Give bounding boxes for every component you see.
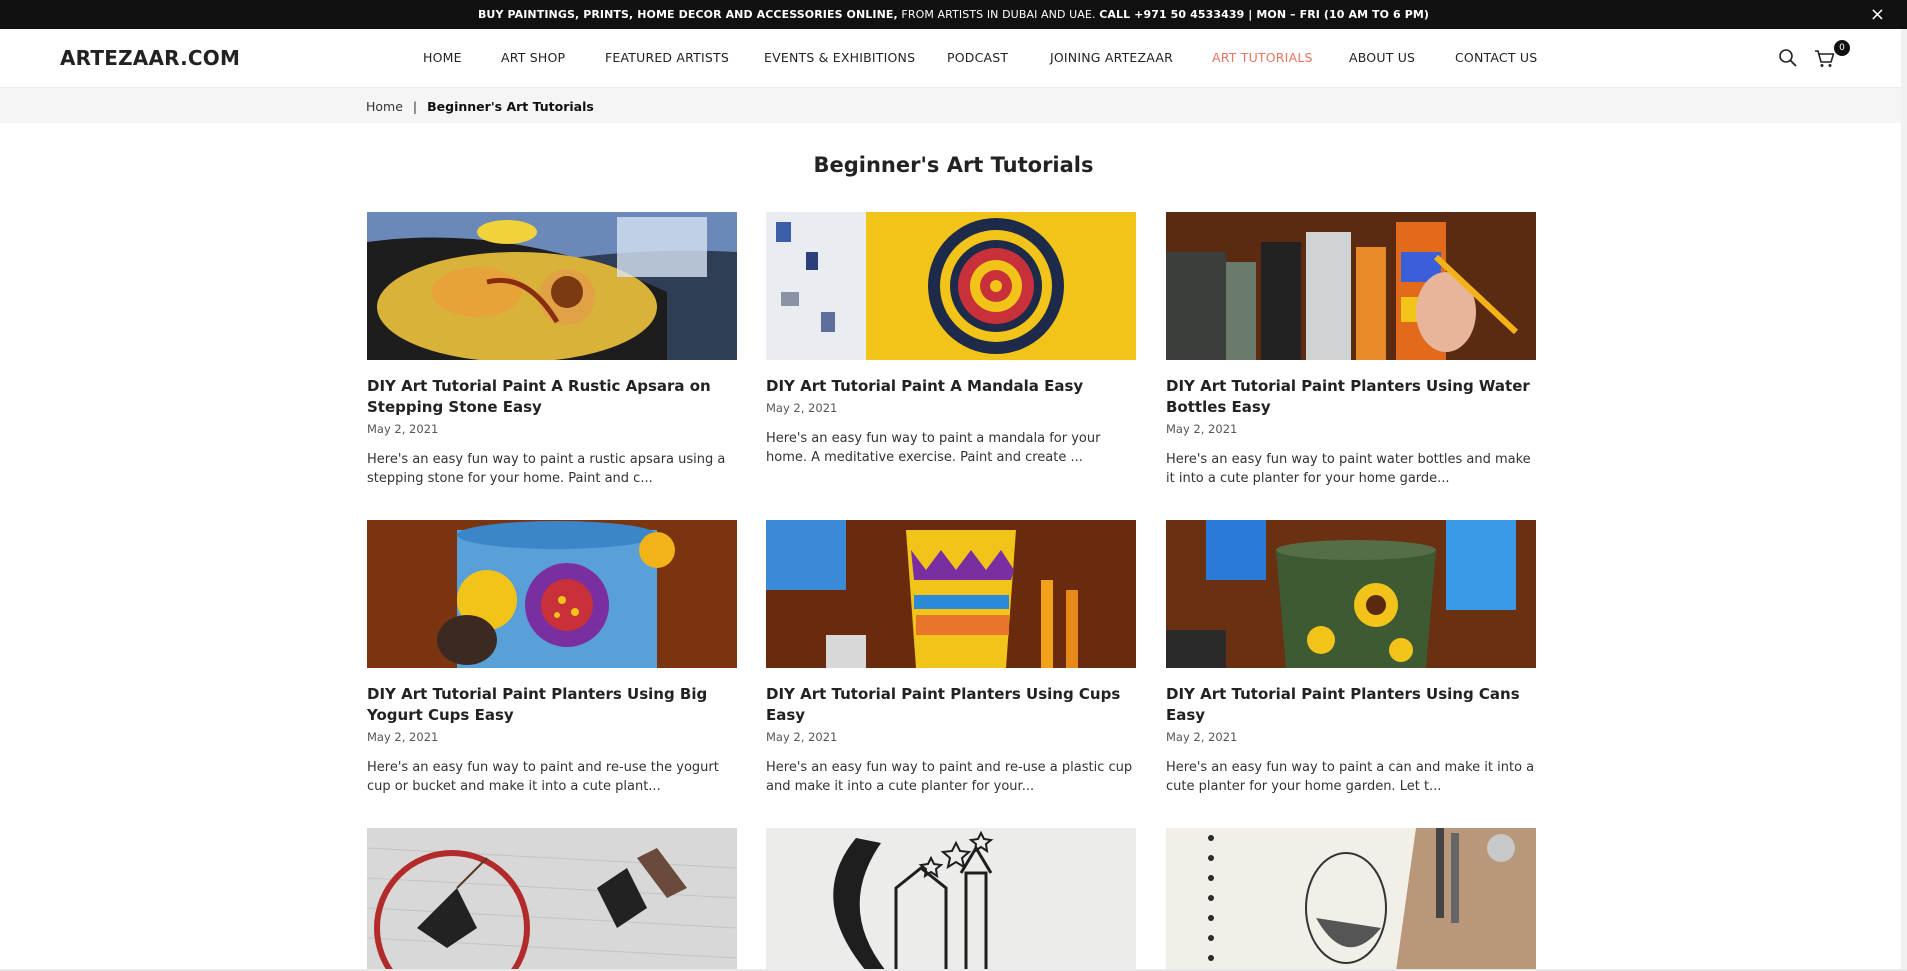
article-thumbnail[interactable] bbox=[367, 520, 737, 668]
article-date: May 2, 2021 bbox=[367, 730, 439, 744]
article-thumbnail[interactable] bbox=[367, 212, 737, 360]
article-title[interactable]: DIY Art Tutorial Paint A Rustic Apsara o… bbox=[367, 376, 737, 418]
breadcrumb-current: Beginner's Art Tutorials bbox=[427, 99, 594, 114]
article-thumbnail[interactable] bbox=[766, 212, 1136, 360]
article-thumbnail[interactable] bbox=[766, 520, 1136, 668]
breadcrumb-separator: | bbox=[412, 99, 418, 114]
nav-joining-artezaar[interactable]: JOINING ARTEZAAR bbox=[1050, 50, 1173, 65]
article-thumbnail[interactable] bbox=[1166, 212, 1536, 360]
breadcrumb-bar: Home | Beginner's Art Tutorials bbox=[0, 88, 1907, 123]
article-title[interactable]: DIY Art Tutorial Paint A Mandala Easy bbox=[766, 376, 1136, 397]
announcement-bold: BUY PAINTINGS, PRINTS, HOME DECOR AND AC… bbox=[477, 8, 898, 21]
nav-art-tutorials[interactable]: ART TUTORIALS bbox=[1212, 50, 1313, 65]
article-card: DIY Art Tutorial Paint Planters Using Bi… bbox=[367, 520, 737, 796]
article-card: DIY Art Tutorial Paint A Rustic Apsara o… bbox=[367, 212, 737, 488]
breadcrumb: Home | Beginner's Art Tutorials bbox=[366, 99, 594, 114]
nav-art-shop[interactable]: ART SHOP bbox=[501, 50, 565, 65]
article-title[interactable]: DIY Art Tutorial Paint Planters Using Wa… bbox=[1166, 376, 1536, 418]
search-icon[interactable] bbox=[1778, 48, 1798, 68]
nav-featured-artists[interactable]: FEATURED ARTISTS bbox=[605, 50, 729, 65]
article-thumbnail[interactable] bbox=[1166, 828, 1536, 971]
article-thumbnail[interactable] bbox=[766, 828, 1136, 971]
page-title: Beginner's Art Tutorials bbox=[813, 153, 1094, 177]
article-date: May 2, 2021 bbox=[367, 422, 439, 436]
close-icon[interactable]: × bbox=[1870, 0, 1885, 29]
page-scrollbar[interactable] bbox=[1901, 29, 1907, 971]
article-thumbnail[interactable] bbox=[367, 828, 737, 971]
article-excerpt: Here's an easy fun way to paint and re-u… bbox=[766, 760, 1133, 794]
article-card bbox=[1166, 828, 1536, 971]
article-title[interactable]: DIY Art Tutorial Paint Planters Using Cu… bbox=[766, 684, 1136, 726]
article-date: May 2, 2021 bbox=[766, 730, 838, 744]
article-excerpt: Here's an easy fun way to paint and re-u… bbox=[367, 760, 719, 794]
main-nav: HOME ART SHOP FEATURED ARTISTS EVENTS & … bbox=[0, 29, 1907, 87]
cart-icon[interactable] bbox=[1814, 48, 1835, 68]
announcement-text: FROM ARTISTS IN DUBAI AND UAE. bbox=[897, 8, 1100, 21]
article-date: May 2, 2021 bbox=[1166, 730, 1238, 744]
nav-home[interactable]: HOME bbox=[423, 50, 462, 65]
cart-count-badge: 0 bbox=[1834, 40, 1850, 56]
article-title[interactable]: DIY Art Tutorial Paint Planters Using Bi… bbox=[367, 684, 737, 726]
article-date: May 2, 2021 bbox=[766, 401, 838, 415]
nav-contact-us[interactable]: CONTACT US bbox=[1455, 50, 1537, 65]
article-card: DIY Art Tutorial Paint A Mandala Easy Ma… bbox=[766, 212, 1136, 467]
article-card bbox=[766, 828, 1136, 971]
nav-podcast[interactable]: PODCAST bbox=[947, 50, 1008, 65]
article-excerpt: Here's an easy fun way to paint a rustic… bbox=[367, 452, 726, 486]
article-date: May 2, 2021 bbox=[1166, 422, 1238, 436]
article-card: DIY Art Tutorial Paint Planters Using Ca… bbox=[1166, 520, 1536, 796]
article-card: DIY Art Tutorial Paint Planters Using Wa… bbox=[1166, 212, 1536, 488]
article-excerpt: Here's an easy fun way to paint water bo… bbox=[1166, 452, 1531, 486]
announcement-call: CALL +971 50 4533439 | MON – FRI (10 AM … bbox=[1099, 8, 1430, 21]
article-excerpt: Here's an easy fun way to paint a can an… bbox=[1166, 760, 1535, 794]
breadcrumb-home-link[interactable]: Home bbox=[366, 99, 403, 114]
announcement-bar: BUY PAINTINGS, PRINTS, HOME DECOR AND AC… bbox=[0, 0, 1907, 29]
article-title[interactable]: DIY Art Tutorial Paint Planters Using Ca… bbox=[1166, 684, 1536, 726]
site-header: ARTEZAAR.COM HOME ART SHOP FEATURED ARTI… bbox=[0, 29, 1907, 88]
article-thumbnail[interactable] bbox=[1166, 520, 1536, 668]
site-logo[interactable]: ARTEZAAR.COM bbox=[60, 46, 240, 70]
article-excerpt: Here's an easy fun way to paint a mandal… bbox=[766, 431, 1101, 465]
article-card: DIY Art Tutorial Paint Planters Using Cu… bbox=[766, 520, 1136, 796]
article-card bbox=[367, 828, 737, 971]
nav-events-exhibitions[interactable]: EVENTS & EXHIBITIONS bbox=[764, 50, 915, 65]
nav-about-us[interactable]: ABOUT US bbox=[1349, 50, 1415, 65]
